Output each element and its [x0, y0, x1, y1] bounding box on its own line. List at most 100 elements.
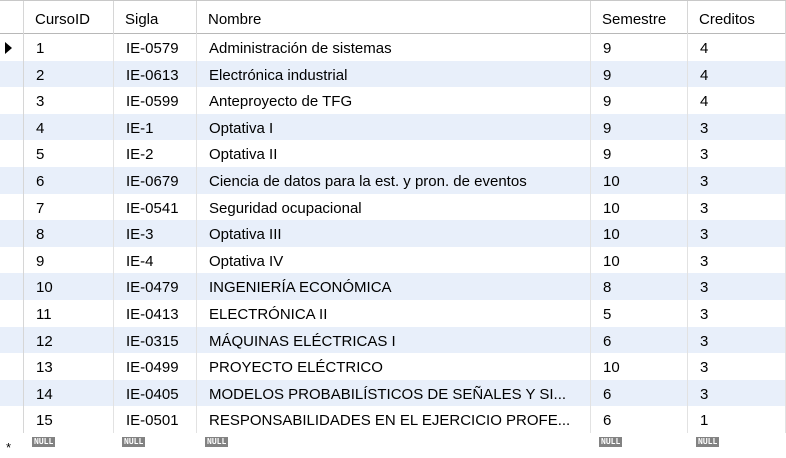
cell-nombre[interactable]: Anteproyecto de TFG — [197, 87, 591, 114]
row-selector[interactable] — [0, 167, 24, 194]
cell-sigla[interactable]: IE-3 — [114, 220, 197, 247]
table-row[interactable]: 9 IE-4 Optativa IV 10 3 — [0, 246, 786, 274]
cell-semestre[interactable]: 10 — [591, 167, 688, 194]
cell-semestre[interactable]: 10 — [591, 246, 688, 274]
cell-cursoid[interactable]: 10 — [24, 273, 114, 301]
cell-semestre[interactable]: 9 — [591, 60, 688, 88]
new-row-cell-sigla[interactable]: NULL — [114, 433, 197, 457]
cell-creditos[interactable]: 3 — [688, 379, 786, 407]
table-row[interactable]: 3 IE-0599 Anteproyecto de TFG 9 4 — [0, 87, 786, 114]
cell-nombre[interactable]: MÁQUINAS ELÉCTRICAS I — [197, 326, 591, 354]
cell-creditos[interactable]: 3 — [688, 273, 786, 301]
table-row[interactable]: 4 IE-1 Optativa I93 — [0, 113, 786, 141]
new-row-cell-cursoid[interactable]: NULL — [24, 433, 114, 457]
cell-cursoid[interactable]: 6 — [24, 167, 114, 194]
cell-cursoid[interactable]: 9 — [24, 246, 114, 274]
cell-creditos[interactable]: 3 — [688, 326, 786, 354]
cell-cursoid[interactable]: 12 — [24, 326, 114, 354]
row-selector[interactable] — [0, 300, 24, 327]
cell-semestre[interactable]: 10 — [591, 220, 688, 247]
column-header-cursoid[interactable]: CursoID — [24, 1, 114, 34]
cell-nombre[interactable]: PROYECTO ELÉCTRICO — [197, 353, 591, 380]
cell-sigla[interactable]: IE-4 — [114, 246, 197, 274]
table-row[interactable]: 7 IE-0541 Seguridad ocupacional 10 3 — [0, 193, 786, 221]
table-row[interactable]: 2 IE-0613 Electrónica industrial 9 4 — [0, 60, 786, 88]
cell-sigla[interactable]: IE-0479 — [114, 273, 197, 301]
cell-nombre[interactable]: INGENIERÍA ECONÓMICA — [197, 273, 591, 301]
column-header-sigla[interactable]: Sigla — [114, 1, 197, 34]
cell-creditos[interactable]: 1 — [688, 406, 786, 434]
table-row[interactable]: 10 IE-0479 INGENIERÍA ECONÓMICA 8 3 — [0, 273, 786, 301]
row-selector[interactable] — [0, 60, 24, 88]
cell-nombre[interactable]: Optativa III — [197, 220, 591, 247]
cell-cursoid[interactable]: 13 — [24, 353, 114, 380]
row-selector[interactable] — [0, 193, 24, 221]
cell-nombre[interactable]: Optativa IV — [197, 246, 591, 274]
cell-semestre[interactable]: 8 — [591, 273, 688, 301]
column-header-semestre[interactable]: Semestre — [591, 1, 688, 34]
table-row[interactable]: 8 IE-3 Optativa III 10 3 — [0, 220, 786, 247]
cell-cursoid[interactable]: 5 — [24, 140, 114, 168]
cell-nombre[interactable]: Ciencia de datos para la est. y pron. de… — [197, 167, 591, 194]
cell-semestre[interactable]: 5 — [591, 300, 688, 327]
cell-cursoid[interactable]: 2 — [24, 60, 114, 88]
cell-sigla[interactable]: IE-0679 — [114, 167, 197, 194]
table-row[interactable]: 5 IE-2 Optativa II 9 3 — [0, 140, 786, 168]
row-selector[interactable] — [0, 220, 24, 247]
cell-semestre[interactable]: 10 — [591, 353, 688, 380]
table-row[interactable]: 1 IE-0579 Administración de sistemas 9 4 — [0, 34, 786, 61]
row-selector[interactable] — [0, 273, 24, 300]
cell-creditos[interactable]: 4 — [688, 34, 786, 61]
cell-cursoid[interactable]: 3 — [24, 87, 114, 114]
row-selector[interactable] — [0, 406, 24, 433]
cell-sigla[interactable]: IE-0599 — [114, 87, 197, 114]
cell-semestre[interactable]: 9 — [591, 113, 688, 141]
cell-creditos[interactable]: 3 — [688, 167, 786, 194]
cell-semestre[interactable]: 6 — [591, 379, 688, 407]
cell-cursoid[interactable]: 8 — [24, 220, 114, 247]
cell-nombre[interactable]: Administración de sistemas — [197, 34, 591, 61]
table-row[interactable]: 15 IE-0501 RESPONSABILIDADES EN EL EJERCIC… — [0, 406, 786, 434]
cell-sigla[interactable]: IE-2 — [114, 140, 197, 168]
cell-semestre[interactable]: 10 — [591, 193, 688, 221]
new-row[interactable]: * NULL NULL NULL NULL NULL — [0, 433, 786, 457]
row-selector[interactable] — [0, 87, 24, 114]
table-row[interactable]: 12 IE-0315 MÁQUINAS ELÉCTRICAS I63 — [0, 326, 786, 354]
table-row[interactable]: 11 IE-0413 ELECTRÓNICA II 5 3 — [0, 300, 786, 327]
table-row[interactable]: 13 IE-0499 PROYECTO ELÉCTRICO 10 3 — [0, 353, 786, 380]
row-selector[interactable] — [0, 140, 24, 167]
cell-semestre[interactable]: 9 — [591, 34, 688, 61]
cell-cursoid[interactable]: 14 — [24, 379, 114, 407]
cell-sigla[interactable]: IE-0499 — [114, 353, 197, 380]
cell-sigla[interactable]: IE-0501 — [114, 406, 197, 434]
cell-creditos[interactable]: 3 — [688, 113, 786, 141]
cell-sigla[interactable]: IE-0541 — [114, 193, 197, 221]
cell-semestre[interactable]: 6 — [591, 406, 688, 434]
cell-creditos[interactable]: 3 — [688, 220, 786, 247]
cell-creditos[interactable]: 4 — [688, 87, 786, 114]
cell-sigla[interactable]: IE-0613 — [114, 60, 197, 88]
cell-cursoid[interactable]: 7 — [24, 193, 114, 221]
new-row-cell-creditos[interactable]: NULL — [688, 433, 786, 457]
cell-cursoid[interactable]: 11 — [24, 300, 114, 327]
new-row-cell-semestre[interactable]: NULL — [591, 433, 688, 457]
row-selector[interactable] — [0, 353, 24, 380]
cell-nombre[interactable]: Optativa I — [197, 113, 591, 141]
cell-sigla[interactable]: IE-0405 — [114, 379, 197, 407]
cell-nombre[interactable]: RESPONSABILIDADES EN EL EJERCICIO PROFE.… — [197, 406, 591, 434]
cell-nombre[interactable]: Seguridad ocupacional — [197, 193, 591, 221]
cell-cursoid[interactable]: 15 — [24, 406, 114, 434]
cell-creditos[interactable]: 3 — [688, 353, 786, 380]
result-grid[interactable]: CursoID Sigla Nombre Semestre Creditos 1 IE-0… — [0, 0, 786, 458]
table-row[interactable]: 14 IE-0405 MODELOS PROBABILÍSTICOS DE SEÑA… — [0, 379, 786, 407]
cell-cursoid[interactable]: 1 — [24, 34, 114, 61]
cell-semestre[interactable]: 9 — [591, 87, 688, 114]
cell-sigla[interactable]: IE-0413 — [114, 300, 197, 327]
cell-creditos[interactable]: 3 — [688, 140, 786, 168]
row-selector[interactable] — [0, 326, 24, 354]
cell-creditos[interactable]: 3 — [688, 300, 786, 327]
cell-creditos[interactable]: 3 — [688, 246, 786, 274]
row-selector[interactable] — [0, 246, 24, 274]
column-header-nombre[interactable]: Nombre — [197, 1, 591, 34]
row-selector-header[interactable] — [0, 1, 24, 34]
